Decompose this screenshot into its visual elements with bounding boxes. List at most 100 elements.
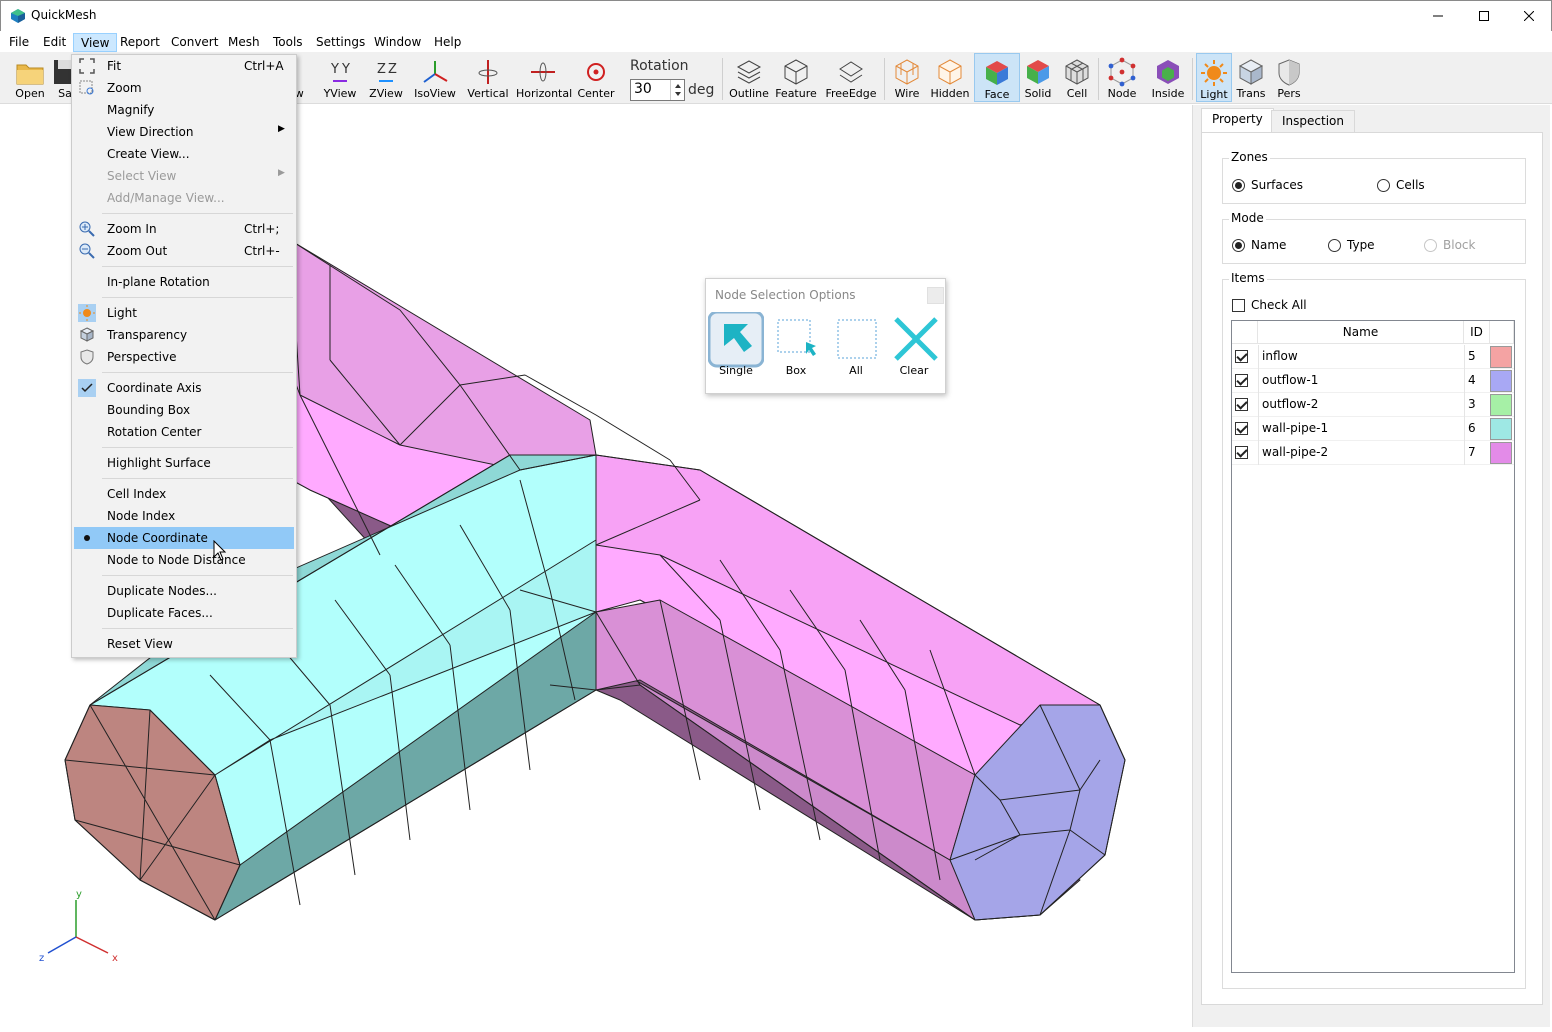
hidden-button[interactable]: Hidden: [930, 53, 970, 102]
menu-item-perspective[interactable]: Perspective: [74, 346, 294, 368]
horizontal-button[interactable]: Horizontal: [516, 53, 572, 102]
wire-button[interactable]: Wire: [888, 53, 926, 102]
color-swatch[interactable]: [1490, 394, 1512, 416]
menu-edit[interactable]: Edit: [36, 33, 73, 52]
center-button[interactable]: Center: [576, 53, 616, 102]
color-swatch[interactable]: [1490, 370, 1512, 392]
yview-button[interactable]: YY YView: [320, 53, 360, 102]
menu-item-cell-index[interactable]: Cell Index: [74, 483, 294, 505]
menu-tools[interactable]: Tools: [266, 33, 310, 52]
light-button[interactable]: Light: [1196, 53, 1232, 102]
free-edge-icon: [839, 61, 863, 83]
cell-button[interactable]: Cell: [1060, 53, 1094, 102]
mode-name-radio[interactable]: Name: [1232, 238, 1286, 252]
menu-item-node-coordinate[interactable]: Node Coordinate: [74, 527, 294, 549]
menu-item-rotation-center[interactable]: Rotation Center: [74, 421, 294, 443]
rotation-spinner[interactable]: [670, 80, 684, 100]
box-select-button[interactable]: Box: [768, 312, 824, 378]
mode-type-radio[interactable]: Type: [1328, 238, 1375, 252]
menu-item-zoom[interactable]: Zoom: [74, 77, 294, 99]
freeedge-button[interactable]: FreeEdge: [824, 53, 878, 102]
outline-button[interactable]: Outline: [728, 53, 770, 102]
solid-button[interactable]: Solid: [1022, 53, 1054, 102]
menu-separator: [102, 297, 293, 298]
single-select-button[interactable]: Single: [708, 312, 764, 378]
color-swatch[interactable]: [1490, 346, 1512, 368]
zones-surfaces-radio[interactable]: Surfaces: [1232, 178, 1303, 192]
feature-edges-icon: [784, 59, 808, 85]
menu-item-inplane-rotation[interactable]: In-plane Rotation: [74, 271, 294, 293]
svg-text:Z: Z: [377, 62, 386, 77]
menu-item-light[interactable]: Light: [74, 302, 294, 324]
menu-item-reset-view[interactable]: Reset View: [74, 633, 294, 655]
menu-report[interactable]: Report: [113, 33, 167, 52]
row-checkbox[interactable]: [1235, 422, 1248, 435]
sun-light-icon: [1201, 60, 1227, 86]
pers-button[interactable]: Pers: [1272, 53, 1306, 102]
row-checkbox[interactable]: [1235, 374, 1248, 387]
table-row[interactable]: wall-pipe-2 7: [1232, 441, 1514, 465]
inside-button[interactable]: Inside: [1148, 53, 1188, 102]
menu-item-zoom-in[interactable]: Zoom In Ctrl+;: [74, 218, 294, 240]
menu-item-duplicate-nodes[interactable]: Duplicate Nodes...: [74, 580, 294, 602]
table-row[interactable]: outflow-2 3: [1232, 393, 1514, 417]
all-select-button[interactable]: All: [828, 312, 884, 378]
trans-button[interactable]: Trans: [1234, 53, 1268, 102]
face-cube-icon: [986, 61, 1008, 85]
menu-convert[interactable]: Convert: [164, 33, 225, 52]
open-button[interactable]: Open: [10, 53, 50, 102]
menu-item-duplicate-faces[interactable]: Duplicate Faces...: [74, 602, 294, 624]
node-button[interactable]: Node: [1104, 53, 1140, 102]
close-icon: [1524, 11, 1534, 21]
menu-mesh[interactable]: Mesh: [221, 33, 267, 52]
isoview-button[interactable]: IsoView: [412, 53, 458, 102]
zview-button[interactable]: ZZ ZView: [366, 53, 406, 102]
menu-window[interactable]: Window: [367, 33, 428, 52]
check-all-checkbox[interactable]: Check All: [1232, 298, 1307, 312]
row-checkbox[interactable]: [1235, 398, 1248, 411]
table-row[interactable]: inflow 5: [1232, 345, 1514, 369]
vertical-button[interactable]: Vertical: [466, 53, 510, 102]
menu-item-fit[interactable]: Fit Ctrl+A: [74, 55, 294, 77]
menu-item-zoom-out[interactable]: Zoom Out Ctrl+-: [74, 240, 294, 262]
menu-item-view-direction[interactable]: View Direction ▶: [74, 121, 294, 143]
row-checkbox[interactable]: [1235, 350, 1248, 363]
window-title: QuickMesh: [31, 8, 97, 22]
menu-file[interactable]: File: [2, 33, 36, 52]
radio-indicator: [1424, 238, 1437, 252]
menu-item-node-index[interactable]: Node Index: [74, 505, 294, 527]
menu-item-bounding-box[interactable]: Bounding Box: [74, 399, 294, 421]
menu-item-node-to-node-distance[interactable]: Node to Node Distance: [74, 549, 294, 571]
zones-cells-radio[interactable]: Cells: [1377, 178, 1425, 192]
dialog-close-button[interactable]: [927, 287, 944, 304]
feature-button[interactable]: Feature: [774, 53, 818, 102]
maximize-button[interactable]: [1461, 1, 1507, 31]
minimize-button[interactable]: [1415, 1, 1461, 31]
zoom-box-icon: [79, 80, 94, 95]
menu-item-highlight-surface[interactable]: Highlight Surface: [74, 452, 294, 474]
color-swatch[interactable]: [1490, 442, 1512, 464]
color-swatch[interactable]: [1490, 418, 1512, 440]
close-button[interactable]: [1506, 1, 1552, 31]
tab-property[interactable]: Property: [1201, 108, 1274, 134]
toolbar-separator: [722, 58, 723, 100]
menu-item-transparency[interactable]: Transparency: [74, 324, 294, 346]
menu-settings[interactable]: Settings: [309, 33, 372, 52]
row-checkbox[interactable]: [1235, 446, 1248, 459]
submenu-arrow-icon: ▶: [278, 168, 285, 178]
menu-item-coordinate-axis[interactable]: Coordinate Axis: [74, 377, 294, 399]
menu-help[interactable]: Help: [427, 33, 468, 52]
menu-separator: [102, 213, 293, 214]
outline-icon: [736, 60, 762, 84]
table-header-name[interactable]: Name: [1258, 321, 1464, 344]
clear-selection-button[interactable]: Clear: [886, 312, 942, 378]
menu-view[interactable]: View: [73, 33, 118, 52]
face-button[interactable]: Face: [974, 53, 1020, 102]
property-tab-page: Zones Surfaces Cells Mode Name Type Bloc…: [1201, 132, 1543, 1005]
tab-inspection[interactable]: Inspection: [1271, 110, 1355, 133]
menu-item-create-view[interactable]: Create View...: [74, 143, 294, 165]
menu-item-magnify[interactable]: Magnify: [74, 99, 294, 121]
table-row[interactable]: wall-pipe-1 6: [1232, 417, 1514, 441]
table-header-id[interactable]: ID: [1464, 321, 1490, 344]
table-row[interactable]: outflow-1 4: [1232, 369, 1514, 393]
